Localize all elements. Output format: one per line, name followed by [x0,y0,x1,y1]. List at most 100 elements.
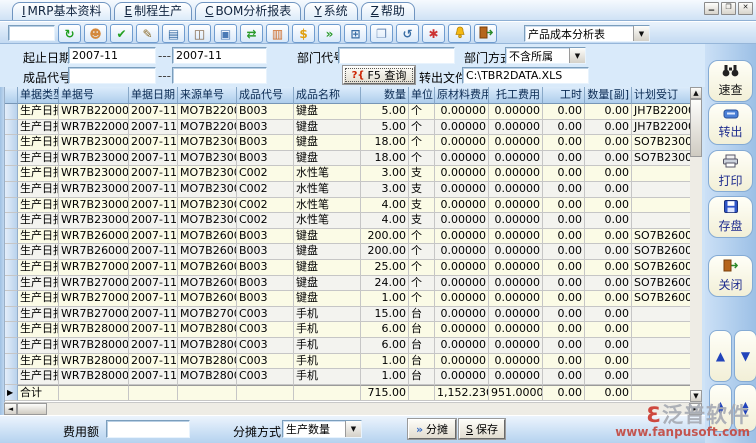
alloc-method-select[interactable]: 生产数量 ▼ [282,420,362,438]
bell-icon [454,26,466,42]
filter-panel: 起止日期 --- 部门代号 部门方式 不含所属 ▼ 成品代号 --- ?{ F5… [0,44,705,87]
table-row[interactable]: 生产日报WR7B230002->22007-11-23MO7B230004C00… [5,182,702,198]
vscroll-thumb[interactable] [690,99,702,157]
scroll-left-icon[interactable]: ◄ [4,403,17,415]
product-to-input[interactable] [172,67,267,84]
query-button[interactable]: ?{ F5 查询 [343,66,415,84]
dept-mode-select[interactable]: 不含所属 ▼ [505,47,586,64]
column-header[interactable]: 成品名称 [294,87,361,104]
table-row[interactable]: 生产日报WR7B220003->12007-11-22MO7B220006B00… [5,120,702,136]
table-cell: 0.00 [543,244,585,260]
table-cell [632,369,691,385]
double-check-button[interactable]: » [318,24,341,43]
export-file-input[interactable] [462,67,589,84]
column-header[interactable]: 数量 [361,87,409,104]
column-header[interactable]: 工时 [543,87,585,104]
menu-tab-y[interactable]: Y系统 [304,2,357,20]
book-button[interactable]: ◫ [188,24,211,43]
monitor-button[interactable]: ▣ [214,24,237,43]
globe-edit-button[interactable]: ✎ [136,24,159,43]
table-cell: 生产日报 [18,322,59,338]
table-row[interactable]: 生产日报WR7B270004->12007-11-27MO7B270003C00… [5,307,702,323]
table-row[interactable]: 生产日报WR7B260001->12007-11-26MO7B260003B00… [5,229,702,245]
recycle-button[interactable]: ⇄ [240,24,263,43]
menu-tab-c[interactable]: CBOM分析报表 [195,2,301,20]
table-row[interactable]: 生产日报WR7B230001->22007-11-23MO7B230003B00… [5,151,702,167]
chart-db-button[interactable]: ▥ [266,24,289,43]
column-header[interactable]: 单据号 [59,87,129,104]
close-button[interactable]: ✕ [738,2,753,15]
table-row[interactable]: 生产日报WR7B280001->12007-11-28MO7B280003C00… [5,322,702,338]
copy-button[interactable]: ❐ [370,24,393,43]
chevron-down-icon[interactable]: ▼ [345,421,361,437]
table-row[interactable]: 生产日报WR7B280001->22007-11-28MO7B280003C00… [5,338,702,354]
table-row[interactable]: 生产日报WR7B280002->12007-11-28MO7B280003C00… [5,354,702,370]
table-row[interactable]: 生产日报WR7B230002->12007-11-23MO7B230004C00… [5,166,702,182]
menu-tab-e[interactable]: E制程生产 [114,2,192,20]
id-card-button[interactable]: ▤ [162,24,185,43]
table-row[interactable]: 生产日报WR7B280002->22007-11-28MO7B280003C00… [5,369,702,385]
column-header[interactable]: 计划受订 [632,87,691,104]
user-permission-button[interactable]: ☻ [84,24,107,43]
allocate-button[interactable]: » 分摊 [408,419,456,439]
refresh-button[interactable]: ↻ [58,24,81,43]
column-header[interactable]: 数量[副] [585,87,632,104]
move-up-button[interactable]: ▲ [709,330,732,382]
chevron-down-icon[interactable]: ▼ [633,26,649,41]
table-row[interactable]: 生产日报WR7B230001->12007-11-23MO7B230003B00… [5,135,702,151]
menu-tab-i[interactable]: IMRP基本资料 [12,2,111,20]
product-from-input[interactable] [68,67,156,84]
hscroll-thumb[interactable] [17,403,47,415]
scroll-down-icon[interactable]: ▼ [690,390,702,402]
column-header[interactable]: 来源单号 [178,87,237,104]
table-cell: 2007-11-23 [129,135,178,151]
column-header[interactable]: 单据类型 [18,87,59,104]
minimize-button[interactable]: ▁ [704,2,719,15]
calculator-button[interactable]: ⊞ [344,24,367,43]
scroll-up-icon[interactable]: ▲ [690,87,702,99]
chevron-down-icon[interactable]: ▼ [569,48,585,63]
column-header[interactable]: 成品代号 [237,87,294,104]
pinwheel-button[interactable]: ✱ [422,24,445,43]
table-row[interactable]: 生产日报WR7B220002->12007-11-22MO7B220006B00… [5,104,702,120]
table-row[interactable]: 生产日报WR7B270002->12007-11-27MO7B260004B00… [5,276,702,292]
date-from-input[interactable] [68,47,156,64]
table-cell: SO7B260002 [632,229,691,245]
column-header[interactable]: 托工费用 [489,87,543,104]
horizontal-scrollbar[interactable]: ◄ ► [4,402,702,415]
exit-door-button[interactable] [474,24,497,43]
column-header[interactable]: 单据日期 [129,87,178,104]
dept-code-input[interactable] [338,47,455,64]
table-cell: 生产日报 [18,354,59,370]
print-button[interactable]: 打印 [708,150,753,192]
save-button[interactable]: S 保存 [459,419,505,439]
restore-button[interactable]: ❐ [721,2,736,15]
table-row[interactable]: 生产日报WR7B230003->22007-11-23MO7B230005C00… [5,213,702,229]
table-row[interactable]: 生产日报WR7B270003->12007-11-27MO7B260004B00… [5,291,702,307]
menu-tab-z[interactable]: Z帮助 [361,2,415,20]
bell-button[interactable] [448,24,471,43]
total-row[interactable]: ▶合计715.001,152.23080951.000000.000.00 [5,385,702,401]
toolbar-quick-input[interactable] [8,25,55,41]
report-selector[interactable]: 产品成本分析表 ▼ [524,25,650,42]
table-row[interactable]: 生产日报WR7B230003->12007-11-23MO7B230005C00… [5,198,702,214]
rotate-button[interactable]: ↺ [396,24,419,43]
scroll-right-icon[interactable]: ► [689,403,702,415]
move-top-button[interactable]: ▲▼ [709,384,732,432]
quick-search-button[interactable]: 速查 [708,60,753,102]
save-disk-button[interactable]: 存盘 [708,196,753,238]
table-row[interactable]: 生产日报WR7B270001->12007-11-27MO7B260004B00… [5,260,702,276]
column-header[interactable]: 单位 [409,87,435,104]
move-down-button[interactable]: ▼ [734,330,756,382]
fee-amount-input[interactable] [106,420,190,438]
edit-check-button[interactable]: ✔ [110,24,133,43]
export-out-button[interactable]: 转出 [708,103,753,145]
table-row[interactable]: 生产日报WR7B260001->22007-11-26MO7B260003B00… [5,244,702,260]
close-button[interactable]: 关闭 [708,255,753,297]
move-bottom-button[interactable]: ▲▼ [734,384,756,432]
vertical-scrollbar[interactable]: ▲ ▼ [690,87,702,402]
table-cell: 个 [409,276,435,292]
column-header[interactable]: 原材料费用 [435,87,489,104]
dollar-button[interactable]: $ [292,24,315,43]
date-to-input[interactable] [172,47,267,64]
